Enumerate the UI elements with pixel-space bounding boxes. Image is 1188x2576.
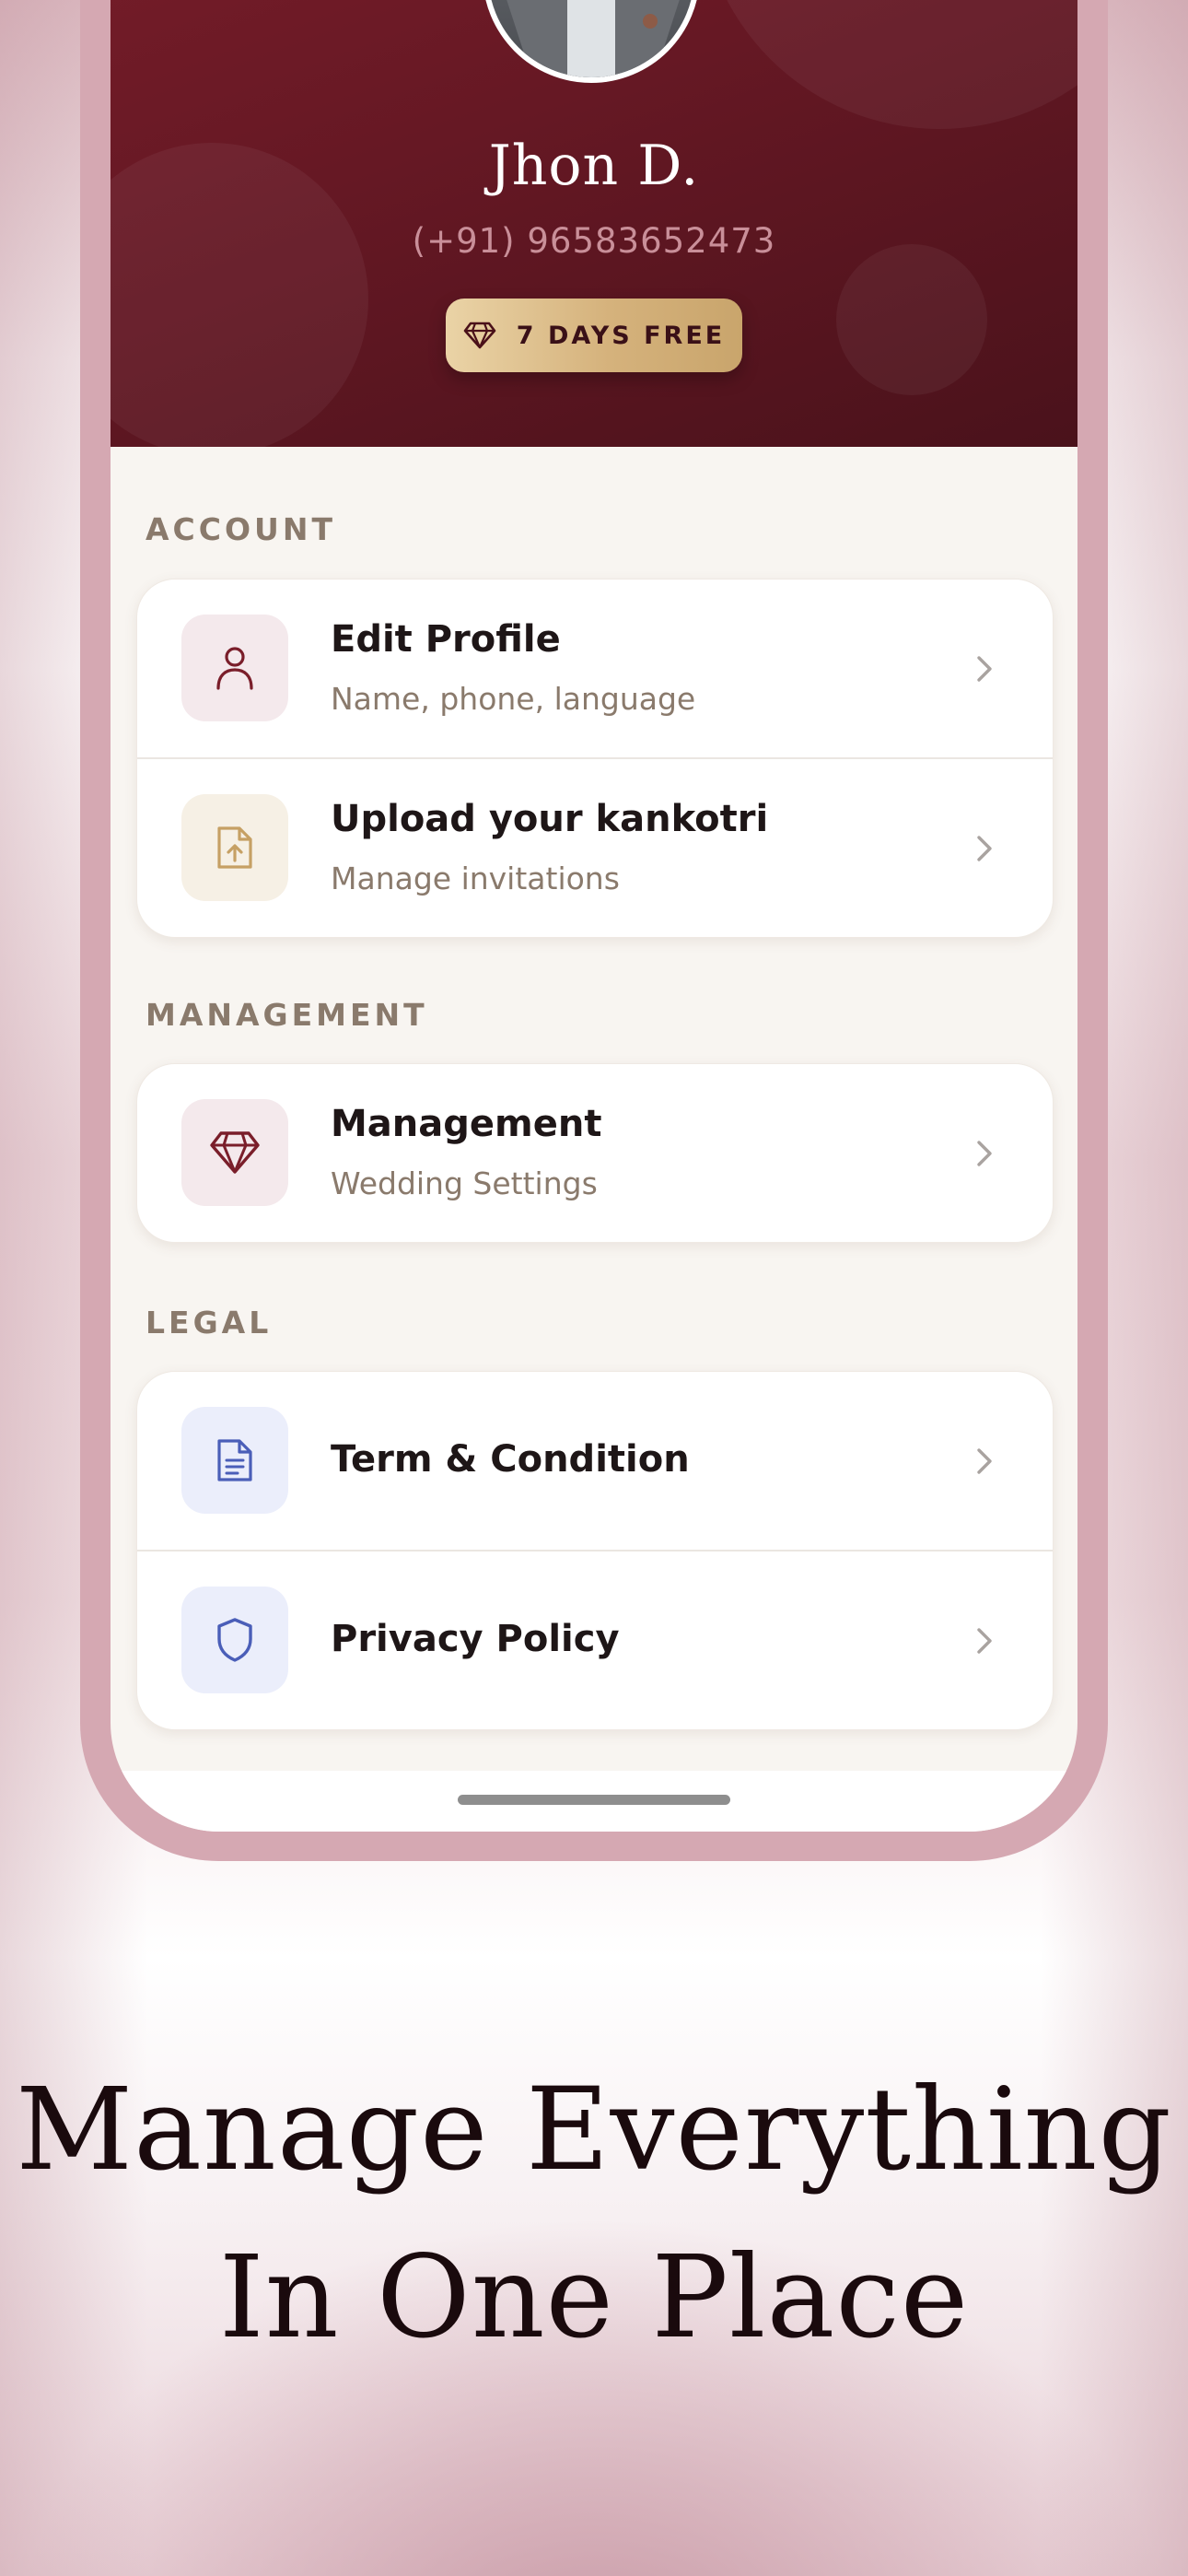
free-trial-badge[interactable]: 7 DAYS FREE bbox=[446, 299, 742, 372]
menu-item-subtitle: Wedding Settings bbox=[331, 1165, 598, 1201]
diamond-icon bbox=[210, 1131, 260, 1174]
user-icon bbox=[216, 647, 253, 690]
file-upload-icon bbox=[217, 826, 252, 869]
menu-item-privacy-policy[interactable]: Privacy Policy bbox=[137, 1550, 1053, 1729]
menu-item-subtitle: Manage invitations bbox=[331, 861, 620, 896]
profile-header: Jhon D. (+91) 96583652473 7 DAYS FREE bbox=[111, 0, 1077, 447]
chevron-right-icon bbox=[977, 656, 992, 682]
home-indicator[interactable] bbox=[458, 1795, 730, 1805]
headline-line-2: In One Place bbox=[218, 2231, 970, 2364]
section-label-account: ACCOUNT bbox=[146, 511, 336, 547]
chevron-right-icon bbox=[977, 1628, 992, 1654]
phone-screen: Jhon D. (+91) 96583652473 7 DAYS FREE AC… bbox=[111, 0, 1077, 1832]
menu-item-title: Upload your kankotri bbox=[331, 798, 769, 840]
menu-item-title: Term & Condition bbox=[331, 1438, 690, 1481]
user-phone: (+91) 96583652473 bbox=[412, 221, 776, 261]
document-icon bbox=[217, 1439, 252, 1481]
chevron-right-icon bbox=[977, 1141, 992, 1166]
menu-item-upload-kankotri[interactable]: Upload your kankotri Manage invitations bbox=[137, 757, 1053, 937]
menu-item-title: Management bbox=[331, 1103, 602, 1145]
account-card: Edit Profile Name, phone, language Uploa… bbox=[136, 579, 1054, 938]
avatar[interactable] bbox=[483, 0, 700, 83]
badge-label: 7 DAYS FREE bbox=[516, 321, 726, 350]
menu-item-title: Edit Profile bbox=[331, 618, 561, 661]
menu-item-management[interactable]: Management Wedding Settings bbox=[137, 1064, 1053, 1242]
menu-item-terms[interactable]: Term & Condition bbox=[137, 1372, 1053, 1550]
shield-icon bbox=[217, 1618, 252, 1662]
section-label-management: MANAGEMENT bbox=[146, 997, 428, 1033]
menu-item-edit-profile[interactable]: Edit Profile Name, phone, language bbox=[137, 580, 1053, 757]
user-name: Jhon D. bbox=[488, 134, 700, 198]
management-card: Management Wedding Settings bbox=[136, 1063, 1054, 1243]
chevron-right-icon bbox=[977, 836, 992, 861]
menu-item-title: Privacy Policy bbox=[331, 1618, 620, 1660]
diamond-icon bbox=[463, 322, 496, 349]
section-label-legal: LEGAL bbox=[146, 1305, 273, 1341]
chevron-right-icon bbox=[977, 1448, 992, 1474]
decor-circle bbox=[836, 244, 987, 395]
headline-line-1: Manage Everything bbox=[16, 2064, 1172, 2196]
legal-card: Term & Condition Privacy Policy bbox=[136, 1371, 1054, 1730]
menu-item-subtitle: Name, phone, language bbox=[331, 681, 696, 717]
decor-circle bbox=[700, 0, 1077, 129]
